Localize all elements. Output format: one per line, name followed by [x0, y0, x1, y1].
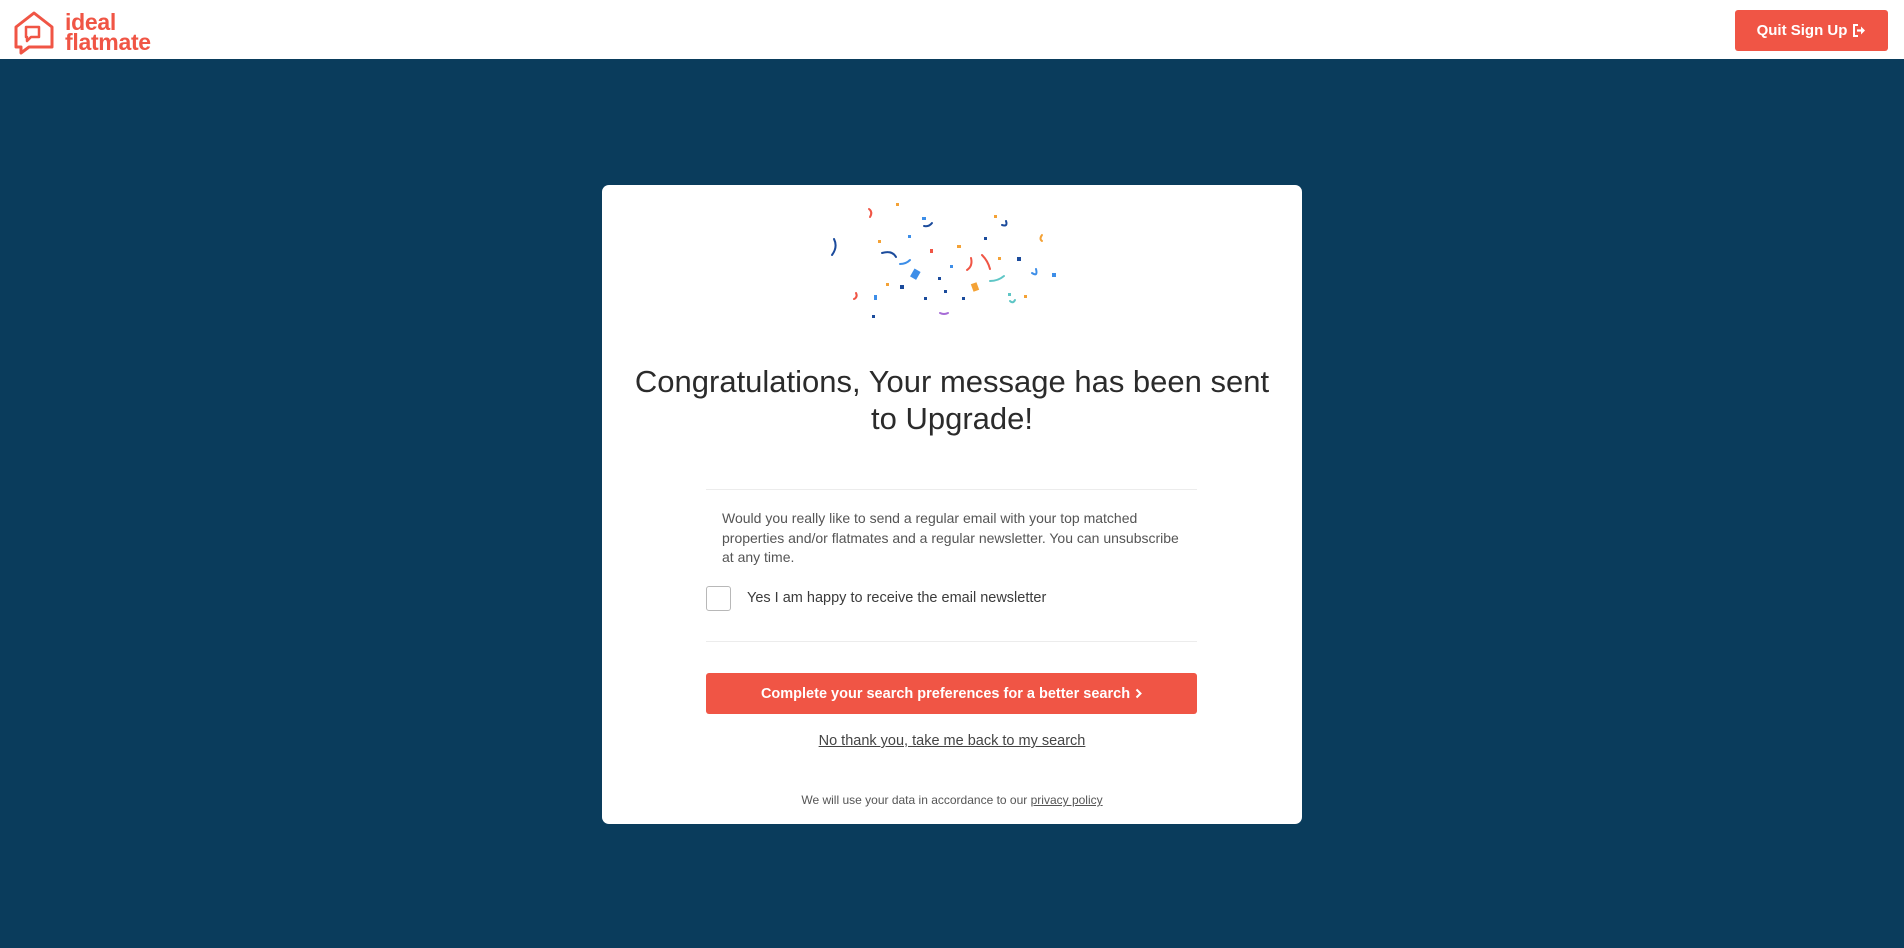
- newsletter-prompt: Would you really like to send a regular …: [722, 510, 1179, 565]
- chevron-right-icon: [1135, 688, 1142, 699]
- confetti-illustration: [831, 203, 1056, 318]
- complete-search-preferences-button[interactable]: Complete your search preferences for a b…: [706, 673, 1197, 714]
- divider-bottom: [706, 641, 1197, 642]
- confirmation-card: Congratulations, Your message has been s…: [602, 185, 1302, 824]
- confirmation-heading: Congratulations, Your message has been s…: [634, 364, 1270, 436]
- newsletter-checkbox[interactable]: [706, 585, 731, 611]
- privacy-notice-text: We will use your data in accordance to o…: [801, 793, 1028, 807]
- newsletter-checkbox-label[interactable]: Yes I am happy to receive the email news…: [747, 590, 1046, 606]
- top-navigation-bar: ideal flatmate Quit Sign Up: [0, 0, 1904, 59]
- quit-sign-up-button[interactable]: Quit Sign Up: [1735, 10, 1888, 51]
- back-to-search-link[interactable]: No thank you, take me back to my search: [602, 733, 1302, 749]
- house-chat-logo-icon: [14, 11, 54, 55]
- newsletter-opt-in-row[interactable]: Yes I am happy to receive the email news…: [706, 585, 1197, 611]
- quit-sign-up-label: Quit Sign Up: [1756, 22, 1848, 39]
- complete-search-preferences-label: Complete your search preferences for a b…: [760, 685, 1131, 702]
- sign-out-icon: [1853, 24, 1866, 37]
- logo-wordmark: ideal flatmate: [65, 11, 151, 55]
- ideal-flatmate-logo[interactable]: ideal flatmate: [13, 9, 213, 55]
- privacy-policy-link[interactable]: privacy policy: [1031, 793, 1103, 807]
- privacy-notice: We will use your data in accordance to o…: [602, 793, 1302, 807]
- divider-top: [706, 489, 1197, 490]
- logo-line-flatmate: flatmate: [65, 29, 151, 55]
